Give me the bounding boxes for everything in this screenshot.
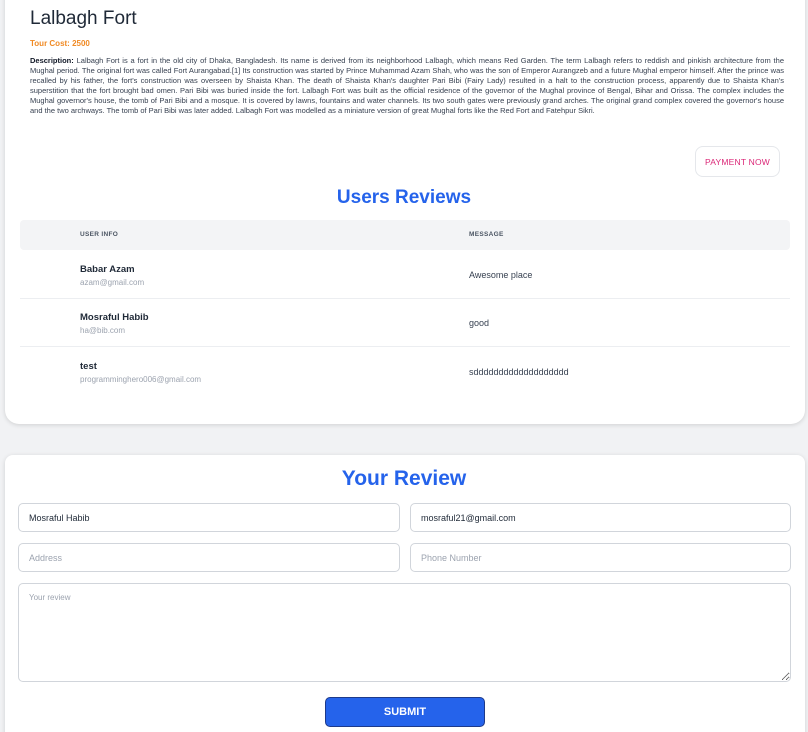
address-input[interactable] [18, 543, 400, 572]
payment-now-button[interactable]: PAYMENT NOW [695, 146, 780, 177]
reviewer-name: Mosraful Habib [80, 312, 149, 323]
review-message: sddddddddddddddddddd [469, 367, 569, 377]
reviewer-email: azam@gmail.com [80, 278, 145, 287]
column-message: MESSAGE [469, 231, 504, 238]
table-row: Babar Azam azam@gmail.com Awesome place [20, 250, 790, 299]
tour-description: Description: Lalbagh Fort is a fort in t… [30, 56, 784, 116]
phone-input[interactable] [410, 543, 791, 572]
reviewer-email: programminghero006@gmail.com [80, 375, 202, 384]
reviewer-name: Babar Azam [80, 264, 135, 275]
review-message: Awesome place [469, 270, 533, 280]
name-input[interactable] [18, 503, 400, 532]
tour-title: Lalbagh Fort [30, 8, 137, 29]
your-review-heading: Your Review [341, 467, 467, 490]
table-row: test programminghero006@gmail.com sddddd… [20, 347, 790, 396]
table-row: Mosraful Habib ha@bib.com good [20, 298, 790, 347]
review-message: good [469, 318, 490, 328]
description-label: Description: [30, 56, 74, 65]
reviewer-name: test [80, 361, 97, 372]
users-reviews-heading: Users Reviews [336, 187, 472, 208]
reviewer-email: ha@bib.com [80, 326, 126, 335]
email-input[interactable] [410, 503, 791, 532]
submit-button[interactable]: SUBMIT [325, 697, 485, 727]
reviews-table-header: USER INFO MESSAGE [20, 220, 790, 250]
tour-cost: Tour Cost: 2500 [30, 39, 90, 48]
column-user-info: USER INFO [80, 231, 119, 238]
description-text: Lalbagh Fort is a fort in the old city o… [30, 56, 784, 115]
review-textarea[interactable] [18, 583, 791, 682]
